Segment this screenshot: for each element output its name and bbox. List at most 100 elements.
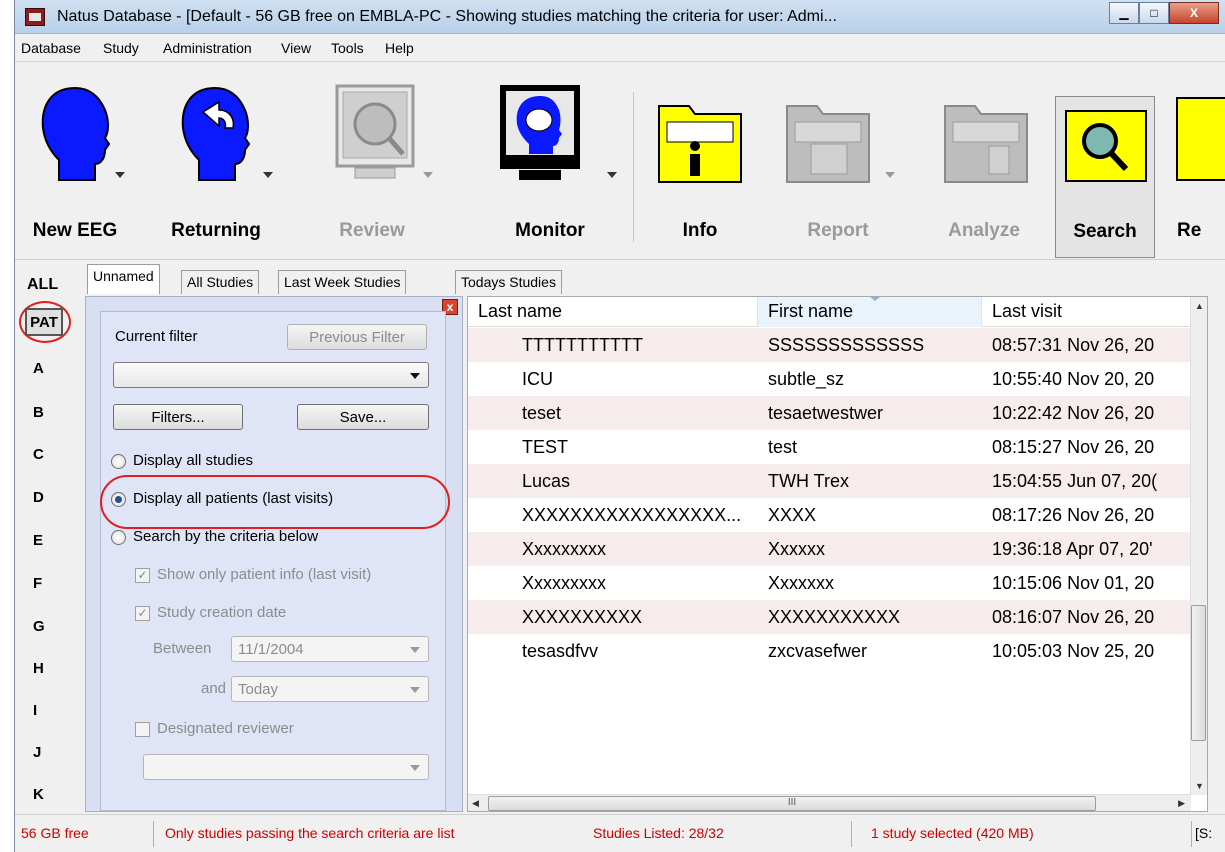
scroll-up-icon[interactable]: ▲: [1195, 301, 1204, 311]
column-first-name[interactable]: First name: [758, 297, 982, 327]
report-button[interactable]: Report: [763, 62, 913, 260]
new-eeg-dropdown-icon[interactable]: [115, 172, 125, 178]
analyze-button[interactable]: Analyze: [921, 62, 1047, 260]
returning-button[interactable]: Returning: [141, 62, 291, 260]
letter-i[interactable]: I: [33, 702, 37, 719]
new-eeg-button[interactable]: New EEG: [15, 62, 135, 260]
table-row[interactable]: Lucas TWH Trex 15:04:55 Jun 07, 20(: [468, 464, 1191, 498]
tab-all-studies[interactable]: All Studies: [181, 270, 260, 294]
table-row[interactable]: Xxxxxxxxx Xxxxxx 19:36:18 Apr 07, 20': [468, 532, 1191, 566]
table-row[interactable]: teset tesaetwestwer 10:22:42 Nov 26, 20: [468, 396, 1191, 430]
info-button[interactable]: Info: [645, 62, 755, 260]
letter-index: PAT A B C D E F G H I J K L: [15, 296, 79, 833]
new-eeg-label: New EEG: [32, 220, 118, 241]
designated-reviewer-dropdown[interactable]: [143, 754, 429, 780]
letter-c[interactable]: C: [33, 446, 44, 463]
menu-view[interactable]: View: [281, 40, 311, 56]
scroll-down-icon[interactable]: ▼: [1195, 781, 1204, 791]
menu-help[interactable]: Help: [385, 40, 414, 56]
close-button[interactable]: X: [1169, 2, 1219, 24]
horizontal-scrollbar[interactable]: ◀ III ▶: [468, 794, 1191, 811]
maximize-button[interactable]: □: [1139, 2, 1169, 24]
scroll-right-icon[interactable]: ▶: [1178, 798, 1185, 809]
table-row[interactable]: Xxxxxxxxx Xxxxxxx 10:15:06 Nov 01, 20: [468, 566, 1191, 600]
tab-todays-studies[interactable]: Todays Studies: [455, 270, 562, 294]
letter-e[interactable]: E: [33, 532, 43, 549]
column-last-visit[interactable]: Last visit: [982, 297, 1191, 327]
last-visit-cell: 10:05:03 Nov 25, 20: [992, 641, 1155, 661]
letter-h[interactable]: H: [33, 660, 44, 677]
tab-row: ALL Unnamed All Studies Last Week Studie…: [15, 262, 1225, 294]
letter-g[interactable]: G: [33, 618, 45, 635]
and-date-value: Today: [238, 681, 279, 698]
first-name-cell: Xxxxxxx: [768, 573, 835, 593]
table-row[interactable]: ICU subtle_sz 10:55:40 Nov 20, 20: [468, 362, 1191, 396]
letter-f[interactable]: F: [33, 575, 42, 592]
toolbar: New EEG Returning Review Monitor Info Re…: [15, 62, 1225, 260]
letter-a[interactable]: A: [33, 360, 44, 377]
search-button[interactable]: Search: [1055, 96, 1155, 258]
menu-database[interactable]: Database: [21, 40, 81, 56]
status-divider: [1191, 821, 1192, 847]
all-letter-filter[interactable]: ALL: [27, 276, 58, 294]
letter-b[interactable]: B: [33, 404, 44, 421]
between-date-dropdown[interactable]: 11/1/2004: [231, 636, 429, 662]
pat-filter-button[interactable]: PAT: [25, 308, 63, 336]
column-last-name[interactable]: Last name: [468, 297, 758, 327]
filters-button[interactable]: Filters...: [113, 404, 243, 430]
folder-analyze-icon: [944, 105, 1028, 183]
previous-filter-button[interactable]: Previous Filter: [287, 324, 427, 350]
vertical-scrollbar[interactable]: ▲ ▼: [1190, 297, 1207, 795]
folder-icon: [1176, 97, 1225, 181]
cut-off-toolbar-button[interactable]: Re: [1165, 62, 1225, 260]
search-by-criteria-label: Search by the criteria below: [133, 528, 319, 545]
column-first-name-label: First name: [768, 301, 854, 321]
sort-indicator-icon: [869, 297, 880, 301]
tab-unnamed[interactable]: Unnamed: [87, 264, 160, 294]
title-bar: Natus Database - [Default - 56 GB free o…: [15, 0, 1225, 34]
menu-study[interactable]: Study: [103, 40, 139, 56]
chevron-down-icon: [410, 647, 420, 653]
letter-d[interactable]: D: [33, 489, 44, 506]
table-row[interactable]: XXXXXXXXXX XXXXXXXXXXX 08:16:07 Nov 26, …: [468, 600, 1191, 634]
review-dropdown-icon[interactable]: [423, 172, 433, 178]
vertical-scroll-thumb[interactable]: [1191, 605, 1206, 741]
designated-reviewer-checkbox[interactable]: [135, 722, 150, 737]
save-button[interactable]: Save...: [297, 404, 429, 430]
last-visit-cell: 08:15:27 Nov 26, 20: [992, 437, 1155, 457]
study-creation-date-checkbox[interactable]: ✓: [135, 606, 150, 621]
minimize-button[interactable]: ▁: [1109, 2, 1139, 24]
menu-tools[interactable]: Tools: [331, 40, 364, 56]
horizontal-scroll-thumb[interactable]: III: [488, 796, 1096, 811]
last-name-cell: Xxxxxxxxx: [522, 539, 607, 559]
table-row[interactable]: tesasdfvv zxcvasefwer 10:05:03 Nov 25, 2…: [468, 634, 1191, 668]
search-by-criteria-radio[interactable]: [111, 530, 126, 545]
current-filter-dropdown[interactable]: [113, 362, 429, 388]
last-name-cell: TTTTTTTTTTT: [522, 335, 643, 355]
letter-j[interactable]: J: [33, 744, 41, 761]
annotation-circle: [100, 475, 450, 529]
menu-administration[interactable]: Administration: [163, 40, 252, 56]
and-label: and: [201, 680, 227, 697]
monitor-button[interactable]: Monitor: [475, 62, 625, 260]
tab-last-week-studies[interactable]: Last Week Studies: [278, 270, 407, 294]
table-row[interactable]: XXXXXXXXXXXXXXXXX... XXXX 08:17:26 Nov 2…: [468, 498, 1191, 532]
report-dropdown-icon[interactable]: [885, 172, 895, 178]
status-free-space: 56 GB free: [21, 825, 89, 841]
table-row[interactable]: TTTTTTTTTTT SSSSSSSSSSSSS 08:57:31 Nov 2…: [468, 328, 1191, 362]
first-name-cell: TWH Trex: [768, 471, 849, 491]
review-button[interactable]: Review: [297, 62, 447, 260]
and-date-dropdown[interactable]: Today: [231, 676, 429, 702]
returning-dropdown-icon[interactable]: [263, 172, 273, 178]
study-list: Last name First name Last visit TTTTTTTT…: [467, 296, 1208, 812]
status-selection: 1 study selected (420 MB): [871, 825, 1034, 841]
table-row[interactable]: TEST test 08:15:27 Nov 26, 20: [468, 430, 1191, 464]
show-only-patient-label: Show only patient info (last visit): [157, 566, 372, 583]
display-all-studies-radio[interactable]: [111, 454, 126, 469]
letter-k[interactable]: K: [33, 786, 44, 803]
scroll-left-icon[interactable]: ◀: [472, 798, 479, 809]
last-visit-cell: 08:57:31 Nov 26, 20: [992, 335, 1155, 355]
last-name-cell: teset: [522, 403, 562, 423]
show-only-patient-checkbox[interactable]: ✓: [135, 568, 150, 583]
monitor-dropdown-icon[interactable]: [607, 172, 617, 178]
